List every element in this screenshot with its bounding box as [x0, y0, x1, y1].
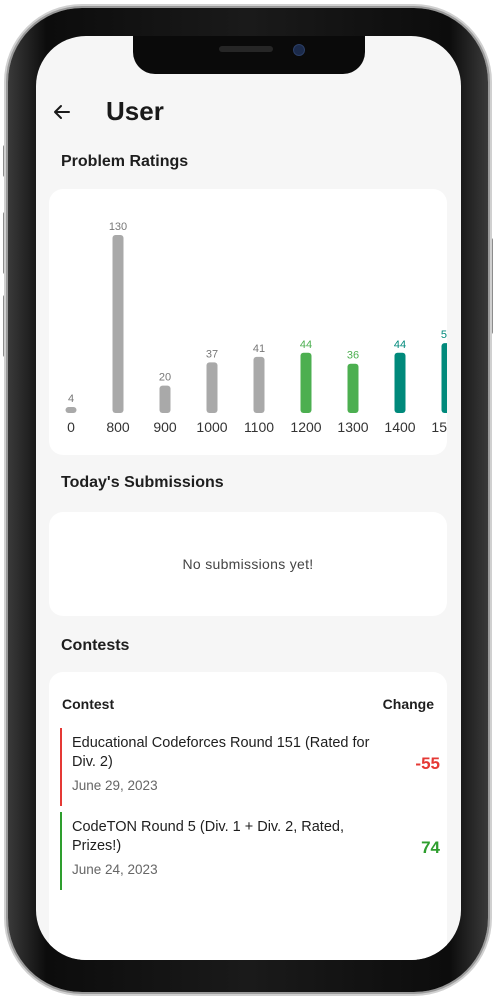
problem-ratings-card: 4 0 130 800 20 900 37 1000 41 1100 44 1200 36 1300 44 1…	[49, 189, 447, 455]
problem-ratings-title: Problem Ratings	[61, 153, 189, 170]
bar-value-label: 51	[441, 329, 447, 341]
x-tick-label: 900	[153, 419, 177, 435]
no-submissions-message: No submissions yet!	[182, 556, 314, 572]
todays-submissions-title: Today's Submissions	[61, 474, 224, 491]
bar-value-label: 44	[394, 339, 406, 351]
contest-date: June 24, 2023	[72, 862, 158, 877]
positive-change-indicator	[60, 812, 62, 890]
x-tick-label: 1400	[384, 419, 415, 435]
speaker-grille	[219, 46, 273, 52]
contest-name: Educational Codeforces Round 151 (Rated …	[72, 735, 370, 770]
rating-bar-1100	[253, 356, 265, 413]
rating-bar-1300	[347, 363, 359, 413]
todays-submissions-card: No submissions yet!	[49, 512, 447, 616]
x-tick-label: 1200	[290, 419, 321, 435]
contests-title: Contests	[61, 637, 130, 654]
x-tick-label: 1100	[244, 419, 274, 435]
front-camera	[293, 44, 305, 56]
rating-bar-1400	[394, 352, 406, 413]
x-tick-label: 800	[106, 419, 130, 435]
back-button[interactable]	[50, 100, 74, 124]
page-title: User	[106, 96, 164, 126]
bar-value-label: 4	[68, 393, 74, 405]
contest-column-header: Contest	[62, 696, 115, 712]
contests-card: Contest Change Educational Codeforces Ro…	[49, 672, 447, 960]
power-button	[488, 238, 493, 334]
x-tick-label: 1500	[431, 419, 447, 435]
rating-bar-1200	[300, 352, 312, 413]
arrow-left-icon	[54, 105, 70, 119]
contest-row[interactable]: CodeTON Round 5 (Div. 1 + Div. 2, Rated,…	[60, 812, 440, 890]
rating-bar-1500	[441, 343, 447, 413]
rating-bar-0	[65, 407, 77, 413]
bar-value-label: 20	[159, 372, 171, 384]
rating-change: -55	[415, 754, 440, 773]
app-screen: User Problem Ratings 4 0 130 800 20 900 37 1000…	[36, 36, 461, 960]
contest-row[interactable]: Educational Codeforces Round 151 (Rated …	[60, 728, 440, 806]
x-tick-label: 0	[67, 419, 75, 435]
negative-change-indicator	[60, 728, 62, 806]
bar-value-label: 44	[300, 339, 312, 351]
problem-ratings-chart: 4 0 130 800 20 900 37 1000 41 1100 44 1200 36 1300 44 1…	[65, 221, 447, 435]
rating-bar-900	[159, 385, 171, 413]
notch	[133, 36, 365, 74]
x-tick-label: 1000	[196, 419, 227, 435]
rating-bar-800	[112, 235, 124, 413]
x-tick-label: 1300	[337, 419, 368, 435]
bar-value-label: 37	[206, 348, 218, 360]
bar-value-label: 41	[253, 343, 265, 355]
change-column-header: Change	[382, 696, 434, 712]
contest-name: CodeTON Round 5 (Div. 1 + Div. 2, Rated,…	[72, 819, 344, 854]
contest-date: June 29, 2023	[72, 778, 158, 793]
rating-bar-1000	[206, 362, 218, 413]
bar-value-label: 130	[109, 221, 127, 233]
rating-change: 74	[421, 838, 440, 857]
bar-value-label: 36	[347, 350, 359, 362]
app-header: User	[36, 94, 461, 134]
